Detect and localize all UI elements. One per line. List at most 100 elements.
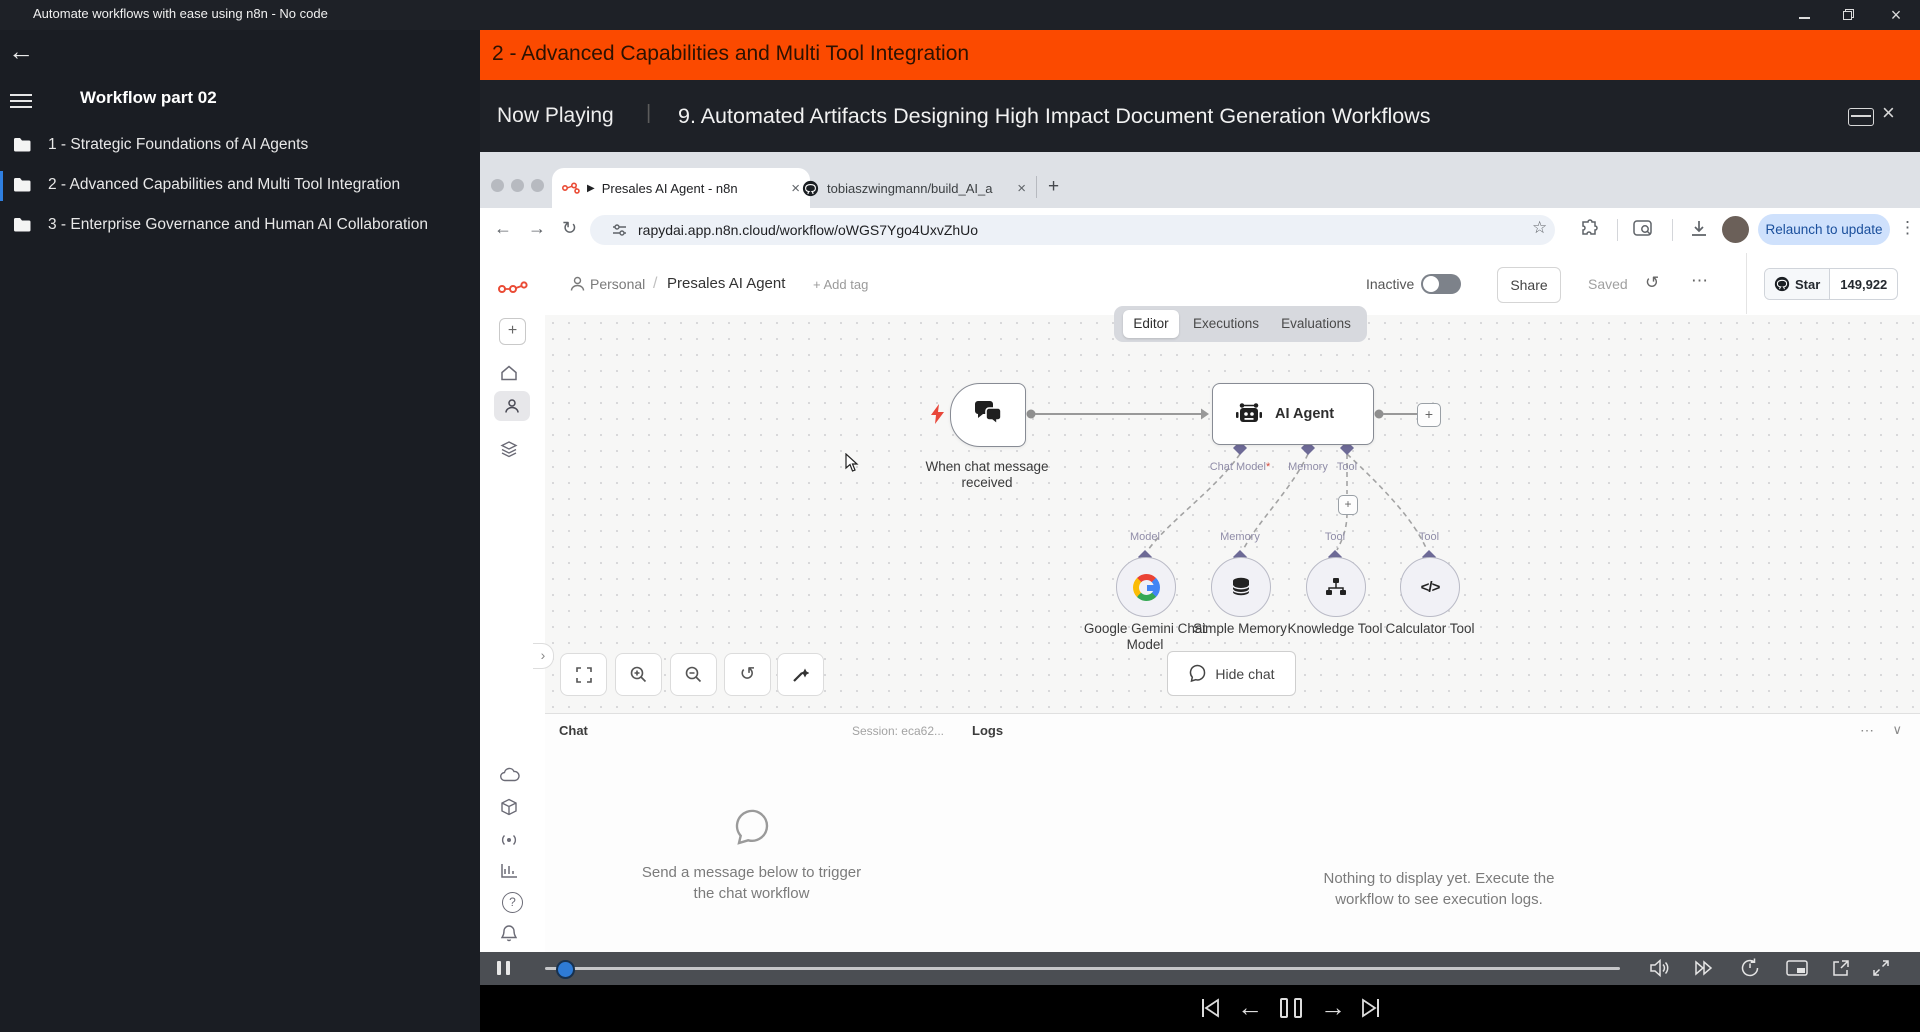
now-playing-label: Now Playing — [497, 104, 614, 127]
layers-icon[interactable] — [500, 440, 518, 458]
restore-button[interactable] — [1840, 7, 1856, 23]
add-workflow-button[interactable]: + — [499, 318, 526, 345]
pause-lesson-button[interactable] — [1280, 998, 1302, 1018]
previous-lesson-button[interactable] — [1199, 996, 1221, 1020]
help-icon[interactable]: ? — [502, 892, 523, 913]
home-icon[interactable] — [500, 364, 518, 382]
tab-title: tobiaszwingmann/build_AI_a — [827, 180, 993, 196]
zoom-out-button[interactable] — [670, 653, 717, 696]
traffic-light-minimize[interactable] — [511, 179, 524, 192]
browser-forward-icon[interactable]: → — [528, 218, 546, 239]
active-toggle[interactable] — [1421, 274, 1461, 294]
new-tab-button[interactable]: + — [1048, 176, 1059, 198]
tab-search-icon[interactable] — [1633, 219, 1655, 239]
seek-back-button[interactable]: ← — [1237, 992, 1263, 1023]
knowledge-tool-node[interactable] — [1306, 557, 1366, 617]
section-banner: 2 - Advanced Capabilities and Multi Tool… — [480, 30, 1920, 80]
simple-memory-node[interactable] — [1211, 557, 1271, 617]
zoom-in-button[interactable] — [615, 653, 662, 696]
undo-icon: ↺ — [739, 664, 756, 685]
session-id[interactable]: Session: eca62... — [852, 724, 944, 738]
seek-forward-button[interactable]: → — [1320, 992, 1346, 1023]
next-lesson-button[interactable] — [1360, 996, 1382, 1020]
tidy-up-button[interactable] — [777, 653, 824, 696]
broadcast-icon[interactable] — [500, 831, 518, 849]
close-button[interactable]: × — [1888, 6, 1904, 24]
pip-icon[interactable] — [1785, 957, 1809, 979]
collapse-logs-icon[interactable]: ∨ — [1892, 722, 1902, 738]
chat-bubbles-icon — [975, 401, 1002, 426]
sidebar-item-section2[interactable]: 2 - Advanced Capabilities and Multi Tool… — [0, 168, 480, 204]
ai-agent-node[interactable]: AI Agent — [1212, 383, 1374, 445]
bell-icon[interactable] — [500, 924, 518, 943]
calculator-tool-node[interactable]: </> — [1400, 557, 1460, 617]
workflow-name[interactable]: Presales AI Agent — [667, 275, 785, 292]
package-icon[interactable] — [500, 798, 518, 816]
tab-editor[interactable]: Editor — [1123, 310, 1179, 338]
tab-close-icon[interactable]: × — [791, 180, 800, 197]
chart-icon[interactable] — [500, 863, 518, 879]
traffic-light-close[interactable] — [491, 179, 504, 192]
fullscreen-icon[interactable] — [1870, 957, 1892, 979]
history-icon[interactable]: ↺ — [1645, 273, 1659, 293]
personal-nav-selected[interactable] — [494, 391, 530, 421]
sidebar-title: Workflow part 02 — [80, 88, 217, 107]
volume-icon[interactable] — [1648, 957, 1670, 979]
minimize-button[interactable] — [1796, 7, 1812, 23]
chat-empty-line2: the chat workflow — [693, 885, 810, 902]
sidebar-item-section1[interactable]: 1 - Strategic Foundations of AI Agents — [0, 128, 480, 164]
menu-button[interactable] — [10, 90, 32, 112]
github-star-segment[interactable]: Star — [1765, 269, 1831, 299]
zoom-to-fit-button[interactable] — [560, 653, 607, 696]
miniplayer-icon[interactable] — [1848, 108, 1874, 126]
traffic-light-zoom[interactable] — [531, 179, 544, 192]
subnode-port-memory: Memory — [1220, 531, 1260, 543]
close-player-icon[interactable]: × — [1882, 100, 1895, 126]
cloud-icon[interactable] — [500, 767, 520, 782]
n8n-logo-icon — [498, 281, 528, 293]
undo-button[interactable]: ↺ — [724, 653, 771, 696]
tab-close-icon[interactable]: × — [1017, 180, 1026, 197]
add-tag-button[interactable]: + Add tag — [813, 277, 868, 292]
browser-tab-inactive[interactable]: tobiaszwingmann/build_AI_a × — [802, 168, 1026, 208]
extensions-icon[interactable] — [1580, 219, 1600, 239]
playback-speed-icon[interactable] — [1739, 957, 1761, 979]
browser-back-icon[interactable]: ← — [494, 218, 512, 239]
chat-panel-header: Chat Session: eca62... — [545, 714, 958, 748]
back-button[interactable]: ← — [8, 36, 34, 67]
chat-panel: Chat Session: eca62... Send a message be… — [545, 713, 959, 953]
profile-avatar[interactable] — [1722, 216, 1749, 243]
expand-panel-handle[interactable]: › — [533, 643, 554, 669]
folder-icon — [14, 218, 31, 232]
logs-menu-icon[interactable]: ⋯ — [1860, 722, 1874, 739]
fast-forward-icon[interactable] — [1693, 957, 1715, 979]
bookmark-star-icon[interactable]: ☆ — [1532, 218, 1547, 238]
gemini-model-node[interactable] — [1116, 557, 1176, 617]
toolbar-divider — [1617, 219, 1618, 241]
relaunch-button[interactable]: Relaunch to update — [1758, 214, 1890, 245]
tab-evaluations[interactable]: Evaluations — [1272, 310, 1360, 338]
seek-thumb[interactable] — [556, 960, 575, 979]
sitemap-icon — [1326, 578, 1346, 595]
logs-panel-header: Logs ⋯ ∨ — [958, 714, 1920, 748]
pause-button[interactable] — [497, 961, 510, 975]
chat-trigger-node[interactable] — [950, 383, 1026, 447]
browser-tab-active[interactable]: ▶ Presales AI Agent - n8n × — [552, 168, 810, 208]
breadcrumb-project[interactable]: Personal — [590, 276, 645, 292]
hide-chat-button[interactable]: Hide chat — [1167, 651, 1296, 696]
popout-icon[interactable] — [1830, 957, 1852, 979]
github-star-widget[interactable]: Star 149,922 — [1764, 268, 1899, 300]
add-next-node-button[interactable]: + — [1417, 403, 1441, 427]
address-bar[interactable]: rapydai.app.n8n.cloud/workflow/oWGS7Ygo4… — [590, 215, 1555, 245]
share-button[interactable]: Share — [1497, 267, 1561, 303]
seek-bar[interactable] — [545, 967, 1620, 970]
browser-reload-icon[interactable]: ↻ — [562, 218, 577, 239]
browser-menu-icon[interactable]: ⋮ — [1899, 218, 1916, 238]
workflow-menu-icon[interactable]: ⋯ — [1691, 271, 1709, 291]
download-icon[interactable] — [1690, 219, 1708, 239]
star-label: Star — [1795, 276, 1821, 292]
add-tool-button[interactable]: + — [1338, 495, 1358, 515]
tab-executions[interactable]: Executions — [1184, 310, 1268, 338]
sidebar-item-section3[interactable]: 3 - Enterprise Governance and Human AI C… — [0, 208, 480, 244]
workflow-canvas[interactable]: When chat message received AI Agent + Ch… — [545, 315, 1920, 713]
